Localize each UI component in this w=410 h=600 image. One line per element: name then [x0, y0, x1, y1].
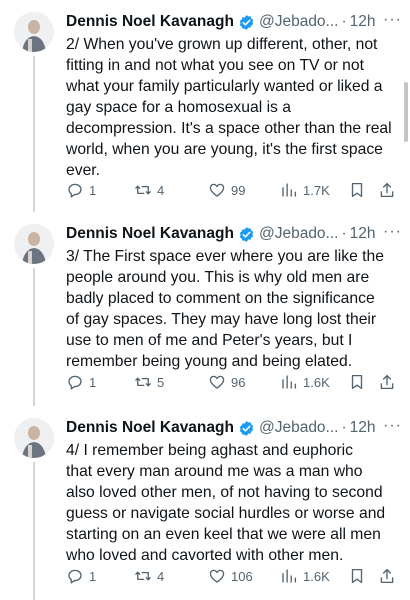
retweet-button[interactable]: 4 — [134, 566, 164, 586]
reply-count: 1 — [89, 182, 97, 198]
like-count: 106 — [231, 568, 253, 584]
tweet-actions: 1 5 96 1.6K — [66, 372, 396, 392]
like-count: 99 — [231, 182, 246, 198]
avatar[interactable] — [14, 12, 54, 52]
author-handle[interactable]: @Jebado... — [259, 13, 339, 31]
retweet-button[interactable]: 5 — [134, 372, 164, 392]
views-icon — [282, 183, 297, 197]
views-button[interactable]: 1.6K — [280, 566, 330, 586]
views-count: 1.7K — [303, 182, 330, 198]
tweet-header: Dennis Noel Kavanagh @Jebado... · 12h — [66, 12, 406, 32]
reply-icon — [68, 183, 82, 198]
scrollbar[interactable] — [404, 82, 408, 142]
more-icon[interactable]: ··· — [383, 418, 402, 434]
thread-line — [33, 462, 35, 600]
timestamp[interactable]: 12h — [350, 225, 376, 243]
share-button[interactable] — [378, 180, 396, 200]
verified-badge-icon — [239, 14, 254, 30]
tweet-actions: 1 4 106 1.6K — [66, 566, 396, 586]
tweet-text: 4/ I remember being aghast and euphoric … — [66, 442, 386, 564]
tweet-actions: 1 4 99 1.7K — [66, 180, 396, 200]
share-button[interactable] — [378, 372, 396, 392]
reply-count: 1 — [89, 374, 97, 390]
avatar[interactable] — [14, 224, 54, 264]
author-handle[interactable]: @Jebado... — [259, 419, 339, 437]
views-button[interactable]: 1.7K — [280, 180, 330, 200]
author-handle[interactable]: @Jebado... — [259, 225, 339, 243]
share-icon — [380, 568, 394, 584]
reply-count: 1 — [89, 568, 97, 584]
bookmark-button[interactable] — [348, 372, 366, 392]
reply-button[interactable]: 1 — [66, 372, 96, 392]
views-icon — [282, 375, 297, 389]
views-count: 1.6K — [303, 568, 330, 584]
heart-icon — [209, 375, 225, 389]
tweet-header: Dennis Noel Kavanagh @Jebado... · 12h — [66, 418, 406, 438]
retweet-icon — [135, 377, 151, 387]
verified-badge-icon — [239, 226, 254, 242]
share-button[interactable] — [378, 566, 396, 586]
bookmark-icon — [351, 374, 363, 390]
separator-dot: · — [341, 225, 347, 242]
tweet-text: 2/ When you've grown up different, other… — [66, 36, 392, 179]
retweet-count: 4 — [157, 568, 165, 584]
retweet-button[interactable]: 4 — [134, 180, 164, 200]
reply-button[interactable]: 1 — [66, 566, 96, 586]
views-icon — [282, 569, 297, 583]
timestamp[interactable]: 12h — [350, 13, 376, 31]
reply-icon — [68, 375, 82, 390]
author-name[interactable]: Dennis Noel Kavanagh — [66, 225, 234, 243]
like-button[interactable]: 99 — [208, 180, 245, 200]
thread-line — [33, 268, 35, 406]
tweet-2[interactable]: Dennis Noel Kavanagh @Jebado... · 12h ··… — [0, 212, 410, 406]
retweet-count: 4 — [157, 182, 165, 198]
verified-badge-icon — [239, 420, 254, 436]
heart-icon — [209, 183, 225, 197]
more-icon[interactable]: ··· — [383, 12, 402, 28]
reply-icon — [68, 569, 82, 584]
tweet-3[interactable]: Dennis Noel Kavanagh @Jebado... · 12h ··… — [0, 406, 410, 600]
views-count: 1.6K — [303, 374, 330, 390]
bookmark-icon — [351, 182, 363, 198]
like-button[interactable]: 106 — [208, 566, 253, 586]
more-icon[interactable]: ··· — [383, 224, 402, 240]
separator-dot: · — [341, 13, 347, 30]
bookmark-button[interactable] — [348, 566, 366, 586]
separator-dot: · — [341, 419, 347, 436]
share-icon — [380, 182, 394, 198]
tweet-1[interactable]: Dennis Noel Kavanagh @Jebado... · 12h ··… — [0, 0, 410, 212]
timestamp[interactable]: 12h — [350, 419, 376, 437]
avatar[interactable] — [14, 418, 54, 458]
share-icon — [380, 374, 394, 390]
retweet-icon — [135, 571, 151, 581]
bookmark-icon — [351, 568, 363, 584]
views-button[interactable]: 1.6K — [280, 372, 330, 392]
thread-line — [33, 56, 35, 212]
author-name[interactable]: Dennis Noel Kavanagh — [66, 419, 234, 437]
heart-icon — [209, 569, 225, 583]
retweet-count: 5 — [157, 374, 165, 390]
bookmark-button[interactable] — [348, 180, 366, 200]
reply-button[interactable]: 1 — [66, 180, 96, 200]
tweet-header: Dennis Noel Kavanagh @Jebado... · 12h — [66, 224, 406, 244]
retweet-icon — [135, 185, 151, 195]
tweet-text: 3/ The First space ever where you are li… — [66, 248, 384, 370]
author-name[interactable]: Dennis Noel Kavanagh — [66, 13, 234, 31]
like-count: 96 — [231, 374, 246, 390]
like-button[interactable]: 96 — [208, 372, 245, 392]
